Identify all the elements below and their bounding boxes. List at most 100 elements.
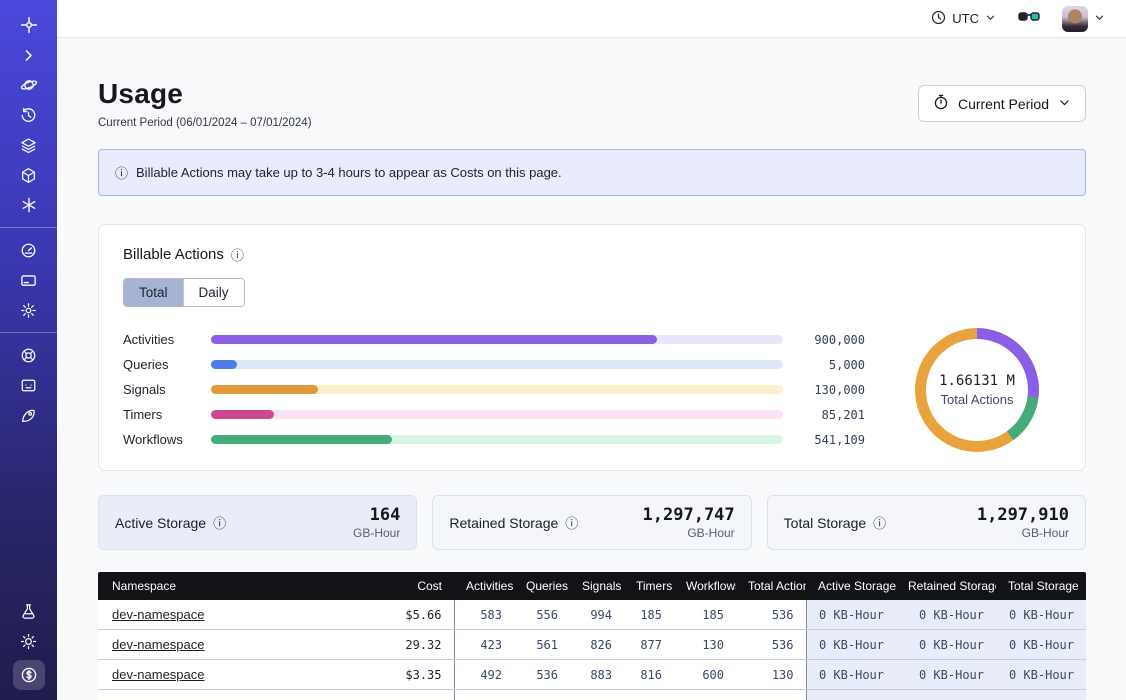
info-icon: ⓘ bbox=[115, 163, 128, 182]
bar-track bbox=[211, 435, 783, 444]
total-actions-value: 1.66131 M bbox=[939, 373, 1015, 389]
bar-row-timers: Timers 85,201 bbox=[123, 402, 865, 427]
chevron-down-icon bbox=[1094, 11, 1105, 26]
page-head: Usage Current Period (06/01/2024 – 07/01… bbox=[98, 78, 1086, 129]
chevron-down-icon bbox=[985, 11, 996, 26]
namespace-link[interactable]: dev-namespace bbox=[112, 637, 205, 652]
labs-icon[interactable] bbox=[14, 599, 44, 623]
avatar bbox=[1062, 6, 1088, 32]
active-storage-card: Active Storage ⓘ 164 GB-Hour bbox=[98, 495, 417, 550]
deployments-icon[interactable] bbox=[14, 163, 44, 187]
schedules-icon[interactable] bbox=[14, 103, 44, 127]
cell-total_actions: 536 bbox=[736, 600, 806, 630]
cell-signals: 994 bbox=[570, 600, 624, 630]
col-header-activities: Activities bbox=[454, 572, 514, 600]
sidebar-bottom-group bbox=[13, 596, 45, 690]
total-storage-card: Total Storage ⓘ 1,297,910 GB-Hour bbox=[767, 495, 1086, 550]
period-selector-button[interactable]: Current Period bbox=[918, 85, 1086, 122]
bar-label: Queries bbox=[123, 357, 211, 372]
timezone-label: UTC bbox=[952, 11, 979, 26]
docs-icon[interactable] bbox=[14, 373, 44, 397]
chart-mode-toggle: Total Daily bbox=[123, 278, 245, 307]
bar-label: Signals bbox=[123, 382, 211, 397]
cell-timers: 816 bbox=[624, 660, 674, 690]
billing-icon[interactable] bbox=[14, 268, 44, 292]
credits-button[interactable] bbox=[13, 660, 45, 690]
cell-queries: 561 bbox=[514, 630, 570, 660]
cell-namespace: dev-namespace bbox=[98, 630, 358, 660]
cell-queries: 536 bbox=[514, 660, 570, 690]
bar-row-activities: Activities900,000 bbox=[123, 327, 865, 352]
support-icon[interactable] bbox=[14, 343, 44, 367]
glasses-icon bbox=[1018, 10, 1040, 27]
bar-value: 130,000 bbox=[783, 383, 865, 397]
namespace-link[interactable]: dev-namespace bbox=[112, 667, 205, 682]
timezone-selector[interactable]: UTC bbox=[931, 10, 996, 28]
bar-value: 85,201 bbox=[783, 408, 865, 422]
bar-row-queries: Queries5,000 bbox=[123, 352, 865, 377]
cell-active_storage: 0 KB-Hour bbox=[806, 660, 896, 690]
namespaces-icon[interactable] bbox=[14, 73, 44, 97]
cell-workflows: 600 bbox=[674, 660, 736, 690]
info-icon[interactable]: ⓘ bbox=[873, 513, 886, 532]
cell-retained_storage: 0 KB-Hour bbox=[896, 630, 996, 660]
table-row: dev-namespace$5.665835569941851855360 KB… bbox=[98, 600, 1086, 630]
sidebar-divider bbox=[0, 332, 57, 333]
bar-fill bbox=[211, 385, 318, 394]
cell-total_storage: 0 KB-Hour bbox=[996, 600, 1086, 630]
bar-label: Timers bbox=[123, 407, 211, 422]
expand-chevron-icon[interactable] bbox=[14, 43, 44, 67]
retained-storage-label: Retained Storage bbox=[449, 515, 558, 531]
active-storage-unit: GB-Hour bbox=[353, 526, 400, 540]
theme-icon[interactable] bbox=[14, 629, 44, 653]
getting-started-icon[interactable] bbox=[14, 403, 44, 427]
cell-total_actions: 130 bbox=[736, 660, 806, 690]
billable-chart: Activities900,000Queries5,000 Signals 130,… bbox=[123, 327, 1061, 452]
total-storage-value: 1,297,910 bbox=[977, 505, 1069, 525]
topbar: UTC bbox=[57, 0, 1126, 38]
bar-fill bbox=[211, 335, 657, 344]
main-area: UTC Usage Current Per bbox=[57, 0, 1126, 700]
donut-wrap: 1.66131 M Total Actions bbox=[893, 328, 1061, 452]
total-storage-unit: GB-Hour bbox=[977, 526, 1069, 540]
namespace-link[interactable]: dev-namespace bbox=[112, 607, 205, 622]
bar-row-workflows: Workflows541,109 bbox=[123, 427, 865, 452]
cell-activities: 583 bbox=[454, 600, 514, 630]
bar-row-signals: Signals 130,000 bbox=[123, 377, 865, 402]
storage-summary-row: Active Storage ⓘ 164 GB-Hour Retained St… bbox=[98, 495, 1086, 550]
settings-icon[interactable] bbox=[14, 298, 44, 322]
cell-activities: 492 bbox=[454, 660, 514, 690]
cell-total_actions: 536 bbox=[736, 630, 806, 660]
info-icon[interactable]: ⓘ bbox=[231, 245, 244, 264]
layers-icon[interactable] bbox=[14, 133, 44, 157]
temporal-logo-icon[interactable] bbox=[14, 13, 44, 37]
active-storage-value: 164 bbox=[353, 505, 400, 525]
col-header-timers: Timers bbox=[624, 572, 674, 600]
sidebar-divider bbox=[0, 227, 57, 228]
bar-track bbox=[211, 410, 783, 419]
sidebar bbox=[0, 0, 57, 700]
nexus-icon[interactable] bbox=[14, 193, 44, 217]
cell-workflows: 185 bbox=[674, 600, 736, 630]
view-mode-button[interactable] bbox=[1018, 10, 1040, 27]
stopwatch-icon bbox=[933, 94, 949, 113]
bar-fill bbox=[211, 435, 392, 444]
billable-actions-title: Billable Actions bbox=[123, 246, 224, 263]
page-title: Usage bbox=[98, 78, 312, 110]
cell-activities: 423 bbox=[454, 630, 514, 660]
usage-table-head-row: NamespaceCostActivitiesQueriesSignalsTim… bbox=[98, 572, 1086, 600]
info-icon[interactable]: ⓘ bbox=[213, 513, 226, 532]
cell-cost: $3.35 bbox=[358, 660, 454, 690]
table-row-partial bbox=[98, 690, 1086, 700]
tab-daily[interactable]: Daily bbox=[183, 279, 244, 306]
billable-actions-card: Billable Actions ⓘ Total Daily Activitie… bbox=[98, 224, 1086, 471]
cell-namespace: dev-namespace bbox=[98, 600, 358, 630]
tab-total[interactable]: Total bbox=[124, 279, 183, 306]
account-menu[interactable] bbox=[1062, 6, 1105, 32]
info-icon[interactable]: ⓘ bbox=[565, 513, 578, 532]
namespace-usage-table: NamespaceCostActivitiesQueriesSignalsTim… bbox=[98, 572, 1086, 700]
usage-icon[interactable] bbox=[14, 238, 44, 262]
bar-value: 541,109 bbox=[783, 433, 865, 447]
usage-table-body: dev-namespace$5.665835569941851855360 KB… bbox=[98, 600, 1086, 700]
col-header-signals: Signals bbox=[570, 572, 624, 600]
